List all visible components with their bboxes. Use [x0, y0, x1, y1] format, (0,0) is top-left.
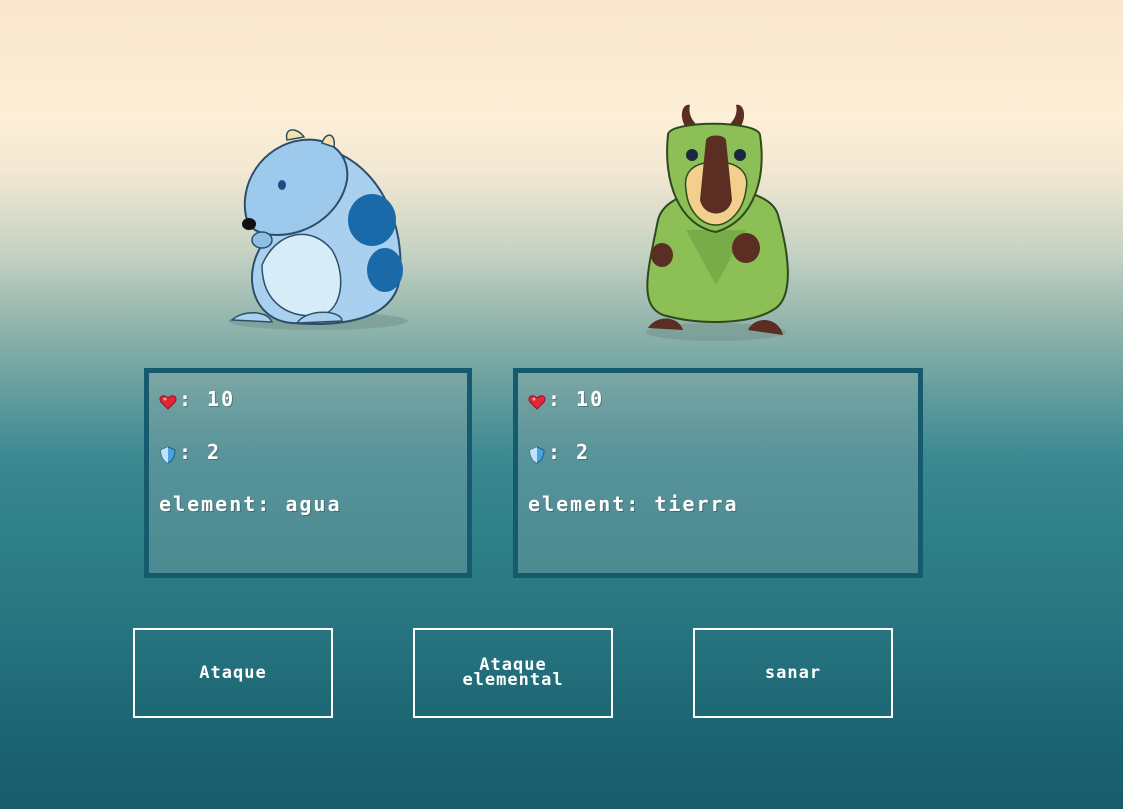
element-value: tierra — [654, 492, 739, 516]
defense-row: : 2 — [159, 440, 221, 464]
heart-icon — [159, 392, 177, 410]
hp-row: : 10 — [159, 387, 235, 411]
hp-separator: : — [179, 387, 194, 411]
hp-separator: : — [548, 387, 563, 411]
player-stat-panel: : 10 : 2 element: agua — [144, 368, 472, 578]
heart-icon — [528, 392, 546, 410]
defense-separator: : — [548, 440, 563, 464]
defense-row: : 2 — [528, 440, 590, 464]
hp-value: 10 — [576, 387, 605, 411]
element-row: element: tierra — [528, 492, 739, 516]
defense-separator: : — [179, 440, 194, 464]
heal-button[interactable]: sanar — [693, 628, 893, 718]
shield-icon — [528, 445, 546, 464]
hp-row: : 10 — [528, 387, 604, 411]
blue-hamster-creature — [228, 129, 408, 330]
defense-value: 2 — [207, 440, 222, 464]
element-row: element: agua — [159, 492, 342, 516]
defense-value: 2 — [576, 440, 591, 464]
green-capybara-creature — [646, 104, 789, 341]
element-label: element: — [528, 492, 641, 516]
attack-button[interactable]: Ataque — [133, 628, 333, 718]
hp-value: 10 — [207, 387, 236, 411]
element-value: agua — [285, 492, 342, 516]
enemy-stat-panel: : 10 : 2 element: tierra — [513, 368, 923, 578]
shield-icon — [159, 445, 177, 464]
element-label: element: — [159, 492, 272, 516]
elemental-attack-button[interactable]: Ataque elemental — [413, 628, 613, 718]
